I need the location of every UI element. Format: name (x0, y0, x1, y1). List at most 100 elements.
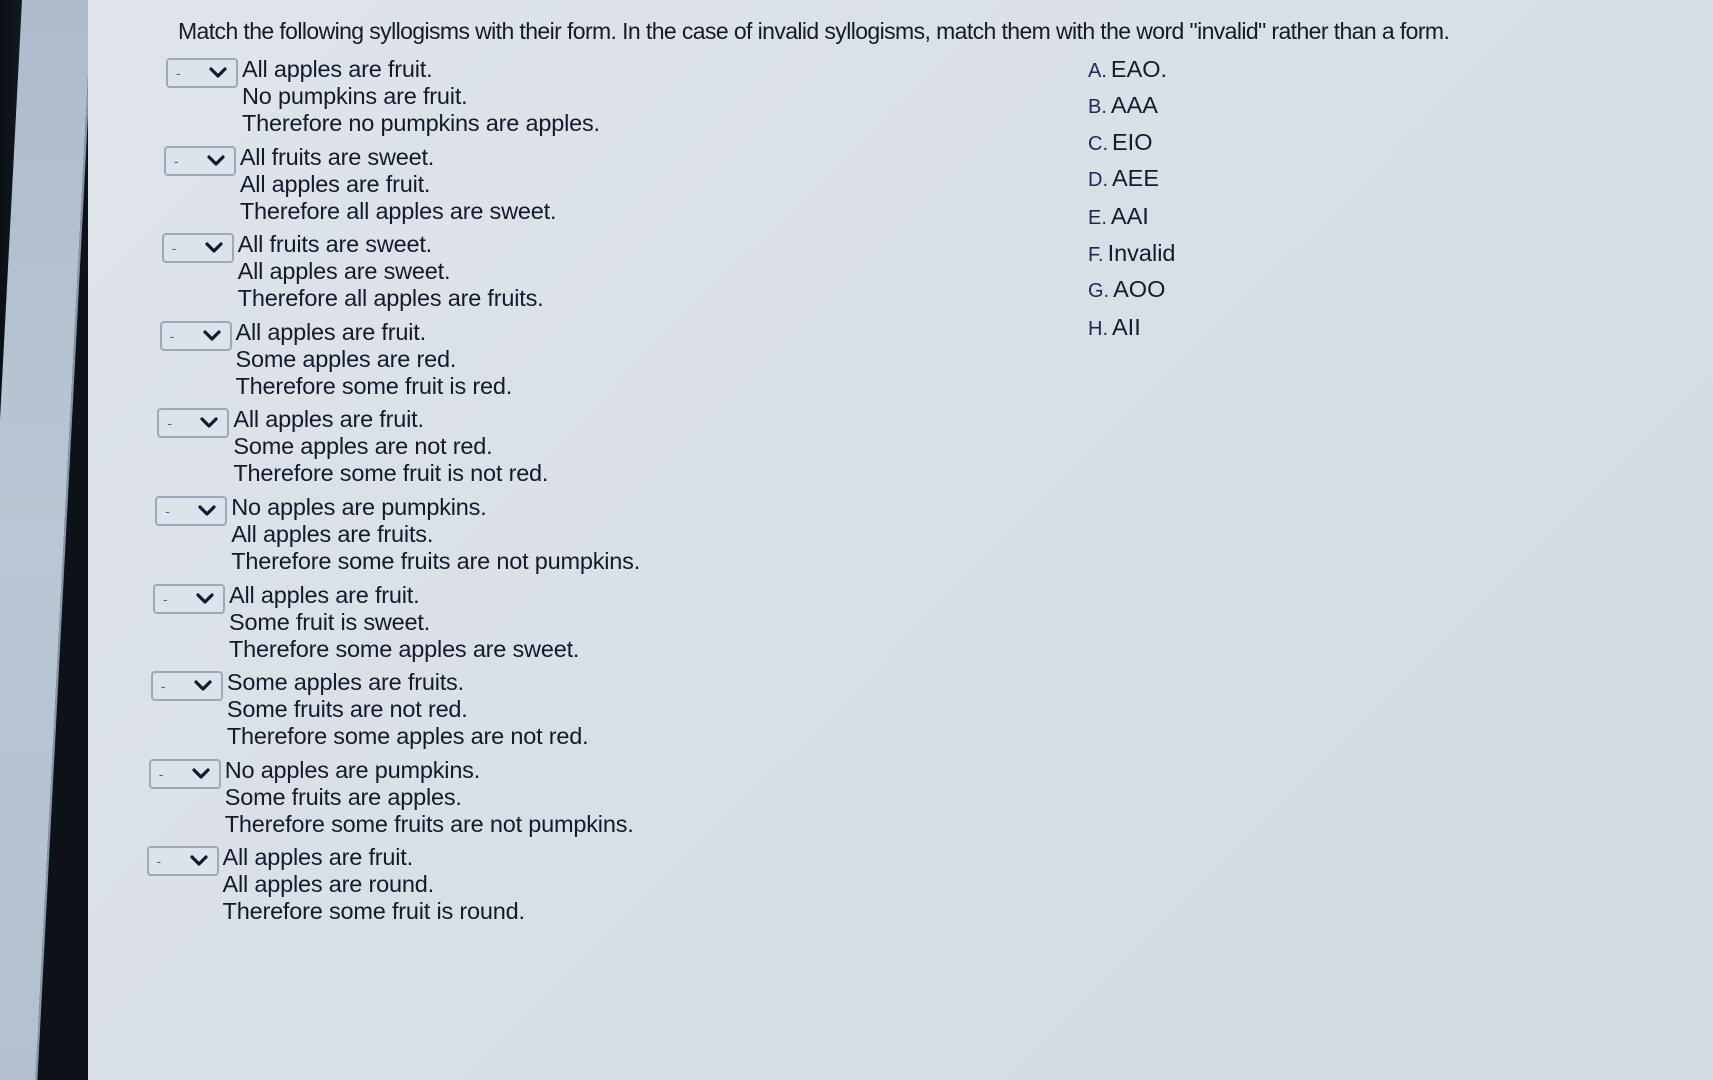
option-letter: B. (1088, 96, 1107, 118)
answer-dropdown[interactable]: - (155, 496, 228, 526)
conclusion: Therefore some apples are sweet. (229, 635, 580, 662)
answer-dropdown[interactable]: - (159, 320, 232, 351)
dropdown-selected-value: - (167, 415, 173, 432)
conclusion: Therefore all apples are sweet. (239, 197, 557, 224)
minor-premise: Some apples are red. (235, 345, 457, 372)
option-form: AAI (1110, 203, 1149, 229)
option-form: Invalid (1107, 240, 1176, 266)
matching-item-1: - All apples are fruit. No pumpkins are … (166, 56, 600, 137)
major-premise: All apples are fruit. (233, 406, 424, 433)
minor-premise: All apples are fruits. (231, 521, 434, 547)
conclusion: Therefore some fruits are not pumpkins. (224, 810, 634, 837)
option-form: EIO (1112, 129, 1153, 155)
conclusion: Therefore all apples are fruits. (237, 285, 544, 312)
answer-option-d: D. AEE (1088, 165, 1159, 192)
conclusion: Therefore no pumpkins are apples. (242, 110, 600, 136)
question-instructions: Match the following syllogisms with thei… (178, 18, 1450, 44)
chevron-down-icon (194, 680, 212, 691)
conclusion: Therefore some fruits are not pumpkins. (231, 548, 641, 574)
minor-premise: All apples are fruit. (239, 170, 431, 197)
syllogism-text: All apples are fruit. Some apples are no… (233, 406, 548, 487)
option-letter: C. (1088, 133, 1108, 155)
answer-dropdown[interactable]: - (148, 758, 221, 789)
dropdown-selected-value: - (163, 590, 168, 607)
minor-premise: All apples are round. (222, 871, 435, 898)
minor-premise: Some apples are not red. (233, 433, 493, 460)
minor-premise: All apples are sweet. (237, 258, 451, 285)
answer-option-a: A. EAO. (1088, 56, 1167, 83)
answer-option-f: F. Invalid (1088, 240, 1176, 267)
syllogism-text: All apples are fruit. No pumpkins are fr… (242, 56, 600, 137)
answer-dropdown[interactable]: - (150, 671, 223, 702)
minor-premise: Some fruit is sweet. (229, 608, 431, 635)
chevron-down-icon (189, 855, 208, 866)
answer-dropdown[interactable]: - (146, 846, 219, 877)
syllogism-text: All apples are fruit. Some apples are re… (236, 319, 513, 400)
chevron-down-icon (202, 330, 221, 341)
chevron-down-icon (200, 417, 218, 428)
chevron-down-icon (192, 768, 210, 779)
major-premise: All apples are fruit. (229, 581, 420, 608)
syllogism-text: All apples are fruit. All apples are rou… (223, 844, 525, 925)
answer-option-g: G. AOO (1088, 276, 1165, 303)
syllogism-text: No apples are pumpkins. All apples are f… (231, 494, 640, 575)
conclusion: Therefore some fruit is round. (222, 898, 525, 925)
minor-premise: Some fruits are apples. (224, 783, 462, 810)
major-premise: All fruits are sweet. (237, 231, 433, 258)
option-form: AAA (1110, 92, 1158, 118)
chevron-down-icon (209, 67, 227, 78)
matching-item-5: - All apples are fruit. Some apples are … (157, 406, 548, 487)
dropdown-selected-value: - (165, 503, 170, 519)
answer-option-h: H. AII (1088, 314, 1141, 341)
matching-item-4: - All apples are fruit. Some apples are … (159, 319, 513, 400)
option-letter: D. (1088, 169, 1108, 191)
matching-item-3: - All fruits are sweet. All apples are s… (161, 231, 544, 312)
option-letter: F. (1088, 244, 1104, 266)
dropdown-selected-value: - (173, 152, 179, 169)
option-letter: E. (1088, 207, 1107, 229)
answer-dropdown[interactable]: - (166, 58, 238, 88)
quiz-page: Match the following syllogisms with thei… (88, 0, 1713, 1080)
option-form: AII (1112, 314, 1141, 340)
dropdown-selected-value: - (156, 853, 162, 870)
matching-item-6: - No apples are pumpkins. All apples are… (155, 494, 640, 575)
major-premise: All apples are fruit. (222, 844, 414, 871)
option-letter: G. (1088, 280, 1110, 302)
answer-dropdown[interactable]: - (157, 408, 230, 439)
dropdown-selected-value: - (169, 327, 175, 344)
syllogism-text: Some apples are fruits. Some fruits are … (227, 669, 589, 750)
matching-item-2: - All fruits are sweet. All apples are f… (163, 143, 557, 225)
major-premise: All apples are fruit. (242, 56, 433, 82)
chevron-down-icon (196, 592, 214, 604)
option-letter: H. (1088, 318, 1108, 340)
dropdown-selected-value: - (171, 240, 177, 257)
major-premise: All apples are fruit. (235, 318, 427, 345)
dropdown-selected-value: - (158, 765, 164, 782)
matching-item-9: - No apples are pumpkins. Some fruits ar… (148, 757, 634, 838)
matching-item-7: - All apples are fruit. Some fruit is sw… (153, 582, 579, 663)
dropdown-selected-value: - (160, 678, 166, 695)
syllogism-text: All fruits are sweet. All apples are fru… (239, 143, 557, 225)
conclusion: Therefore some fruit is not red. (233, 460, 549, 487)
major-premise: No apples are pumpkins. (231, 494, 487, 520)
answer-option-b: B. AAA (1088, 92, 1158, 119)
answer-dropdown[interactable]: - (163, 145, 236, 176)
option-letter: A. (1088, 60, 1107, 82)
chevron-down-icon (205, 242, 223, 253)
major-premise: Some apples are fruits. (226, 669, 464, 696)
option-form: AOO (1113, 276, 1166, 302)
chevron-down-icon (198, 505, 216, 516)
matching-item-8: - Some apples are fruits. Some fruits ar… (150, 669, 589, 750)
answer-option-c: C. EIO (1088, 129, 1152, 156)
syllogism-text: All fruits are sweet. All apples are swe… (238, 231, 544, 312)
dropdown-selected-value: - (176, 65, 181, 81)
answer-dropdown[interactable]: - (161, 233, 234, 264)
left-sidebar-strip (0, 0, 94, 1080)
conclusion: Therefore some apples are not red. (226, 723, 589, 750)
answer-dropdown[interactable]: - (153, 583, 226, 614)
minor-premise: No pumpkins are fruit. (242, 83, 468, 109)
chevron-down-icon (207, 154, 225, 166)
syllogism-text: No apples are pumpkins. Some fruits are … (225, 757, 634, 838)
syllogism-text: All apples are fruit. Some fruit is swee… (229, 582, 579, 663)
major-premise: All fruits are sweet. (239, 143, 435, 170)
